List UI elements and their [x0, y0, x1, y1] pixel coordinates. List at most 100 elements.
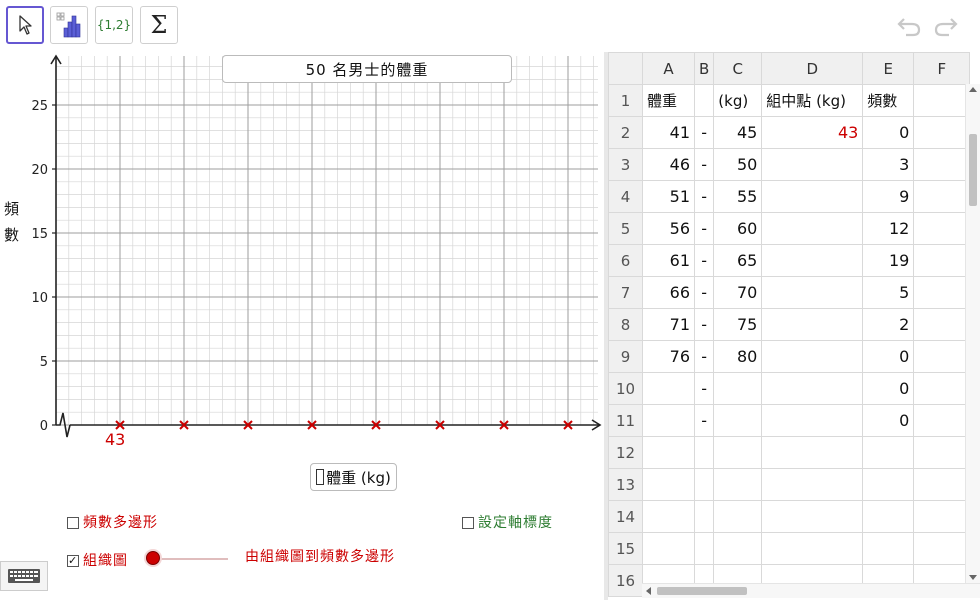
spreadsheet-view[interactable]: A B C D E F 1 體重 (kg) 組中點 (kg) 頻數 2 41-45 43 0 3 4…	[608, 52, 980, 600]
cell-e1[interactable]: 頻數	[862, 84, 915, 117]
scroll-down-icon[interactable]	[969, 575, 977, 581]
column-header-b[interactable]: B	[693, 52, 715, 85]
axis-scale-checkbox-row[interactable]: 設定軸標度	[462, 512, 553, 532]
graph-title-box[interactable]: 50 名男士的體重	[222, 55, 512, 83]
cell-e8[interactable]: 2	[862, 308, 915, 341]
cell-d14[interactable]	[761, 500, 864, 533]
sum-tool-button[interactable]: Σ	[140, 6, 178, 44]
cell-d10[interactable]	[761, 372, 864, 405]
cell-a4[interactable]: 51	[642, 180, 695, 213]
row-header[interactable]: 1	[608, 84, 643, 117]
cell-f1[interactable]	[913, 84, 971, 117]
cell-d8[interactable]	[761, 308, 864, 341]
cell-a8[interactable]: 71	[642, 308, 695, 341]
cell-f4[interactable]	[913, 180, 971, 213]
cell-f7[interactable]	[913, 276, 971, 309]
cell-d4[interactable]	[761, 180, 864, 213]
column-header-e[interactable]: E	[862, 52, 915, 85]
vertical-scrollbar[interactable]	[965, 84, 980, 583]
cell-b11[interactable]: -	[693, 404, 715, 437]
cell-a1[interactable]: 體重	[642, 84, 695, 117]
transition-slider-track[interactable]	[160, 558, 228, 560]
column-header-a[interactable]: A	[642, 52, 695, 85]
cell-f10[interactable]	[913, 372, 971, 405]
cell-e7[interactable]: 5	[862, 276, 915, 309]
cell-e10[interactable]: 0	[862, 372, 915, 405]
cell-f13[interactable]	[913, 468, 971, 501]
cell-d3[interactable]	[761, 148, 864, 181]
corner-cell[interactable]	[608, 52, 643, 85]
cell-e5[interactable]: 12	[862, 212, 915, 245]
cell-d6[interactable]	[761, 244, 864, 277]
row-header[interactable]: 4	[608, 180, 643, 213]
cell-e4[interactable]: 9	[862, 180, 915, 213]
cell-b12[interactable]	[693, 436, 715, 469]
cell-c11[interactable]	[713, 404, 763, 437]
row-header[interactable]: 15	[608, 532, 643, 565]
row-header[interactable]: 7	[608, 276, 643, 309]
cell-b5[interactable]: -	[693, 212, 715, 245]
cell-b9[interactable]: -	[693, 340, 715, 373]
cell-a13[interactable]	[642, 468, 695, 501]
row-header[interactable]: 6	[608, 244, 643, 277]
cell-a12[interactable]	[642, 436, 695, 469]
row-header[interactable]: 8	[608, 308, 643, 341]
cell-a6[interactable]: 61	[642, 244, 695, 277]
row-header[interactable]: 10	[608, 372, 643, 405]
cell-d5[interactable]	[761, 212, 864, 245]
row-header[interactable]: 2	[608, 116, 643, 149]
cell-c7[interactable]: 70	[713, 276, 763, 309]
cell-b13[interactable]	[693, 468, 715, 501]
cell-e3[interactable]: 3	[862, 148, 915, 181]
cell-c4[interactable]: 55	[713, 180, 763, 213]
cell-f5[interactable]	[913, 212, 971, 245]
cell-b1[interactable]	[693, 84, 715, 117]
row-header[interactable]: 13	[608, 468, 643, 501]
cell-d9[interactable]	[761, 340, 864, 373]
cell-a7[interactable]: 66	[642, 276, 695, 309]
axis-scale-checkbox[interactable]	[462, 517, 474, 529]
row-header[interactable]: 12	[608, 436, 643, 469]
cell-e9[interactable]: 0	[862, 340, 915, 373]
graphics-view[interactable]: 0 5 10 15 20 25 50 名男士的體重 頻 數 43 體重 (kg) 頻數多邊…	[0, 52, 604, 600]
undo-icon[interactable]	[895, 14, 923, 38]
cell-c13[interactable]	[713, 468, 763, 501]
cell-b3[interactable]: -	[693, 148, 715, 181]
cell-b15[interactable]	[693, 532, 715, 565]
cell-c2[interactable]: 45	[713, 116, 763, 149]
column-header-c[interactable]: C	[713, 52, 763, 85]
cell-f8[interactable]	[913, 308, 971, 341]
cell-d1[interactable]: 組中點 (kg)	[761, 84, 864, 117]
cell-d11[interactable]	[761, 404, 864, 437]
redo-icon[interactable]	[932, 14, 960, 38]
cell-b2[interactable]: -	[693, 116, 715, 149]
cell-c5[interactable]: 60	[713, 212, 763, 245]
scroll-left-icon[interactable]	[645, 587, 651, 595]
row-header[interactable]: 3	[608, 148, 643, 181]
row-header[interactable]: 16	[608, 564, 643, 597]
cell-a9[interactable]: 76	[642, 340, 695, 373]
cell-a5[interactable]: 56	[642, 212, 695, 245]
cell-f12[interactable]	[913, 436, 971, 469]
row-header[interactable]: 14	[608, 500, 643, 533]
scroll-up-icon[interactable]	[969, 86, 977, 92]
histogram-checkbox-row[interactable]: ✓ 組織圖	[67, 550, 128, 570]
keyboard-toggle-button[interactable]	[0, 561, 48, 591]
cell-a15[interactable]	[642, 532, 695, 565]
cell-d15[interactable]	[761, 532, 864, 565]
cell-c15[interactable]	[713, 532, 763, 565]
cell-d2[interactable]: 43	[761, 116, 864, 149]
row-header[interactable]: 9	[608, 340, 643, 373]
cell-d13[interactable]	[761, 468, 864, 501]
horizontal-scrollbar-thumb[interactable]	[657, 587, 747, 595]
cell-f3[interactable]	[913, 148, 971, 181]
cell-e2[interactable]: 0	[862, 116, 915, 149]
row-header[interactable]: 5	[608, 212, 643, 245]
cell-c14[interactable]	[713, 500, 763, 533]
cell-b4[interactable]: -	[693, 180, 715, 213]
cell-c10[interactable]	[713, 372, 763, 405]
cell-a3[interactable]: 46	[642, 148, 695, 181]
cell-c6[interactable]: 65	[713, 244, 763, 277]
cell-e15[interactable]	[862, 532, 915, 565]
cell-e6[interactable]: 19	[862, 244, 915, 277]
